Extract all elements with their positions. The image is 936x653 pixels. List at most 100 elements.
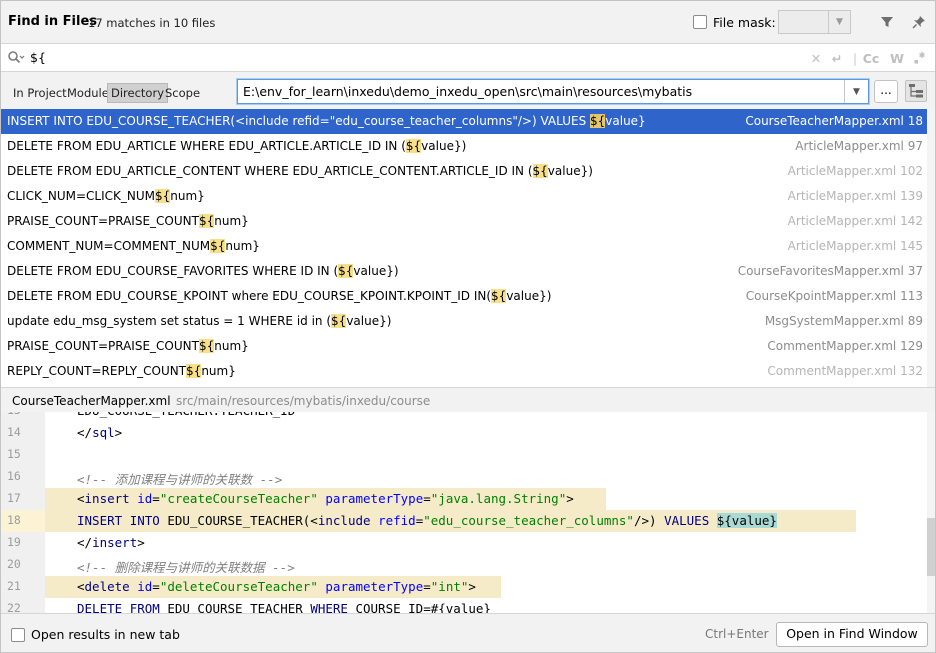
open-in-find-window-button[interactable]: Open in Find Window [776, 622, 928, 647]
open-in-new-tab-label: Open results in new tab [31, 627, 180, 642]
results-list: INSERT INTO EDU_COURSE_TEACHER(<include … [1, 109, 935, 387]
result-file: CommentMapper.xml [767, 339, 897, 353]
search-icon[interactable] [7, 50, 25, 66]
line-number: 18 [7, 513, 21, 527]
scope-row: In Project Module Directory Scope E:\env… [1, 72, 935, 110]
code-line: 20 <!-- 删除课程与讲师的关联数据 --> [1, 554, 927, 576]
result-row[interactable]: DELETE FROM EDU_ARTICLE WHERE EDU_ARTICL… [1, 134, 927, 159]
chevron-down-icon[interactable]: ▼ [828, 11, 850, 33]
result-line: 145 [900, 239, 923, 253]
result-text: num} [170, 189, 205, 203]
result-row[interactable]: DELETE FROM EDU_ARTICLE_CONTENT WHERE ED… [1, 159, 927, 184]
result-text: COMMENT_NUM=COMMENT_NUM [7, 239, 211, 253]
match-case-toggle[interactable]: Cc [861, 49, 881, 67]
line-number: 13 [7, 412, 21, 417]
file-mask-toggle[interactable]: File mask: [693, 13, 776, 31]
result-line: 89 [907, 314, 923, 328]
result-line: 97 [907, 139, 923, 153]
result-line: 132 [900, 364, 923, 378]
dialog-footer: Open results in new tab Ctrl+Enter Open … [1, 613, 935, 652]
result-text: value}) [421, 139, 467, 153]
result-match: ${ [154, 189, 171, 203]
directory-input[interactable]: E:\env_for_learn\inxedu\demo_inxedu_open… [243, 84, 692, 99]
file-mask-checkbox[interactable] [693, 15, 707, 29]
results-scrollbar[interactable] [927, 109, 935, 387]
clear-icon[interactable]: ✕ [809, 49, 823, 67]
result-text: PRAISE_COUNT=PRAISE_COUNT [7, 214, 199, 228]
file-mask-combo[interactable]: ▼ [778, 10, 851, 34]
result-row[interactable]: DELETE FROM EDU_COURSE_KPOINT where EDU_… [1, 284, 927, 309]
newline-icon[interactable]: ↵ [829, 49, 845, 67]
result-code: DELETE FROM EDU_COURSE_FAVORITES WHERE I… [7, 264, 399, 278]
search-input[interactable]: ${ [30, 50, 46, 65]
code-text: <insert id="createCourseTeacher" paramet… [77, 491, 574, 506]
result-location: CourseKpointMapper.xml 113 [746, 289, 923, 303]
whole-words-toggle[interactable]: W [888, 49, 906, 67]
open-in-new-tab-checkbox[interactable] [11, 627, 25, 642]
result-line: 102 [900, 164, 923, 178]
result-row[interactable]: PRAISE_COUNT=PRAISE_COUNT${num} ArticleMa… [1, 209, 927, 234]
scope-scope[interactable]: Scope [162, 83, 203, 103]
code-text: EDU_COURSE_TEACHER.TEACHER_ID [77, 412, 295, 418]
result-row[interactable]: INSERT INTO EDU_COURSE_TEACHER(<include … [1, 109, 927, 134]
preview-file-path: src/main/resources/mybatis/inxedu/course [176, 394, 431, 408]
result-match: ${ [532, 164, 548, 178]
chevron-down-icon[interactable]: ▼ [844, 80, 868, 103]
code-preview[interactable]: 13 EDU_COURSE_TEACHER.TEACHER_ID 14 </sql> 1… [1, 412, 935, 613]
line-number: 20 [7, 557, 21, 571]
directory-combo[interactable]: E:\env_for_learn\inxedu\demo_inxedu_open… [237, 79, 869, 104]
code-line: 15 [1, 444, 927, 466]
filter-icon[interactable] [877, 12, 897, 32]
recursive-tree-icon[interactable] [905, 80, 927, 102]
result-text: num} [225, 239, 260, 253]
result-location: CommentMapper.xml 132 [767, 364, 923, 378]
result-text: CLICK_NUM=CLICK_NUM [7, 189, 155, 203]
shortcut-hint: Ctrl+Enter [705, 627, 769, 641]
code-text: </insert> [77, 535, 145, 550]
line-number: 14 [7, 425, 21, 439]
result-text: num} [214, 214, 249, 228]
pin-icon[interactable] [909, 12, 929, 32]
result-code: REPLY_COUNT=REPLY_COUNT${num} [7, 364, 236, 378]
code-text: <!-- 添加课程与讲师的关联数 --> [77, 472, 283, 487]
result-row[interactable]: update edu_msg_system set status = 1 WHE… [1, 309, 927, 334]
result-code: update edu_msg_system set status = 1 WHE… [7, 314, 391, 328]
dialog-title: Find in Files [8, 14, 98, 29]
result-location: MsgSystemMapper.xml 89 [765, 314, 923, 328]
code-line: 16 <!-- 添加课程与讲师的关联数 --> [1, 466, 927, 488]
browse-button[interactable]: ... [874, 80, 898, 103]
result-text: value}) [506, 289, 552, 303]
result-row[interactable]: REPLY_COUNT=REPLY_COUNT${num} CommentMapp… [1, 359, 927, 384]
preview-header: CourseTeacherMapper.xml src/main/resourc… [1, 387, 935, 412]
result-row[interactable]: PRAISE_COUNT=PRAISE_COUNT${num} CommentMa… [1, 334, 927, 359]
result-text: DELETE FROM EDU_COURSE_KPOINT where EDU_… [7, 289, 492, 303]
result-text: INSERT INTO EDU_COURSE_TEACHER(<include … [7, 114, 590, 128]
result-line: 37 [907, 264, 923, 278]
result-file: ArticleMapper.xml [795, 139, 904, 153]
result-code: DELETE FROM EDU_ARTICLE WHERE EDU_ARTICL… [7, 139, 466, 153]
result-file: ArticleMapper.xml [787, 214, 897, 228]
result-code: CLICK_NUM=CLICK_NUM${num} [7, 189, 205, 203]
open-in-new-tab-toggle[interactable]: Open results in new tab [11, 627, 180, 642]
result-location: CourseFavoritesMapper.xml 37 [738, 264, 923, 278]
result-match: ${ [198, 214, 215, 228]
result-row[interactable]: CLICK_NUM=CLICK_NUM${num} ArticleMapper.x… [1, 184, 927, 209]
scope-in-project[interactable]: In Project [10, 83, 70, 103]
code-text: </sql> [77, 425, 123, 440]
line-number: 22 [7, 601, 21, 613]
dialog-header: Find in Files 17 matches in 10 files Fil… [1, 1, 935, 43]
result-match: ${ [198, 339, 215, 353]
result-match: ${ [210, 239, 226, 253]
preview-scrollbar[interactable] [927, 412, 935, 613]
result-match: ${ [338, 264, 354, 278]
result-location: ArticleMapper.xml 142 [788, 214, 923, 228]
preview-scroll-thumb[interactable] [927, 518, 935, 576]
result-location: ArticleMapper.xml 102 [788, 164, 923, 178]
scope-directory[interactable]: Directory [107, 83, 169, 103]
regex-icon[interactable] [911, 49, 929, 67]
scope-module[interactable]: Module [64, 83, 112, 103]
result-row[interactable]: COMMENT_NUM=COMMENT_NUM${num} ArticleMapp… [1, 234, 927, 259]
result-match: ${ [331, 314, 347, 328]
result-row[interactable]: DELETE FROM EDU_COURSE_FAVORITES WHERE I… [1, 259, 927, 284]
preview-file-name: CourseTeacherMapper.xml [12, 394, 171, 408]
